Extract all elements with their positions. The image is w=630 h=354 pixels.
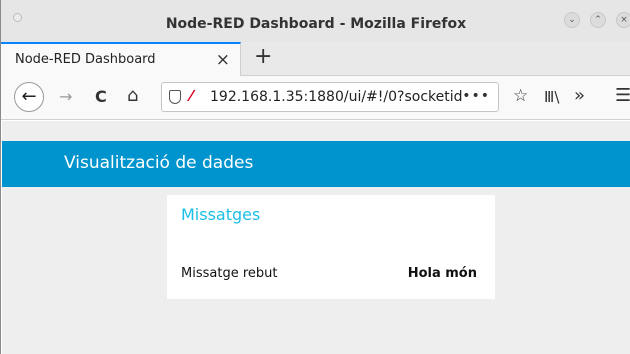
group-title: Missatges [181,205,261,224]
home-button[interactable]: ⌂ [127,85,138,106]
window-title: Node-RED Dashboard - Mozilla Firefox [165,16,467,32]
reload-button[interactable]: C [95,87,107,106]
hamburger-menu-icon[interactable]: ☰ [615,85,630,106]
insecure-lock-icon[interactable]: ⁄ [190,87,193,105]
library-icon[interactable]: Ⅲ\ [544,88,559,106]
url-bar[interactable]: ⁄ 192.168.1.35:1880/ui/#!/0?socketid= ••… [161,82,499,112]
back-button[interactable]: ← [14,82,44,112]
close-tab-icon[interactable]: × [216,50,230,70]
navigation-toolbar: ← → C ⌂ ⁄ 192.168.1.35:1880/ui/#!/0?sock… [1,76,630,120]
browser-window: Node-RED Dashboard - Mozilla Firefox ⌄ ⌃… [0,0,630,354]
tab-label: Node-RED Dashboard [15,52,156,67]
group-card-missatges: Missatges Missatge rebut Hola món [167,195,495,299]
shield-icon[interactable] [169,90,181,104]
tab-strip: Node-RED Dashboard × + [1,42,630,77]
close-window-icon[interactable]: × [616,12,630,28]
overflow-menu-icon[interactable]: » [574,85,585,106]
page-actions-icon[interactable]: ••• [462,88,490,104]
bookmark-icon[interactable]: ☆ [513,86,528,106]
maximize-icon[interactable]: ⌃ [590,12,606,28]
window-titlebar: Node-RED Dashboard - Mozilla Firefox ⌄ ⌃… [1,0,630,42]
page-content: Visualització de dades Missatges Missatg… [2,121,630,354]
forward-button[interactable]: → [59,87,72,106]
text-widget-label: Missatge rebut [181,266,278,281]
dashboard-toolbar: Visualització de dades [2,141,630,187]
minimize-icon[interactable]: ⌄ [564,12,580,28]
tab-node-red-dashboard[interactable]: Node-RED Dashboard × [1,42,241,77]
new-tab-button[interactable]: + [254,44,272,69]
text-widget-value: Hola món [407,266,477,281]
url-text[interactable]: 192.168.1.35:1880/ui/#!/0?socketid= [210,89,462,105]
dashboard-title: Visualització de dades [64,153,254,173]
